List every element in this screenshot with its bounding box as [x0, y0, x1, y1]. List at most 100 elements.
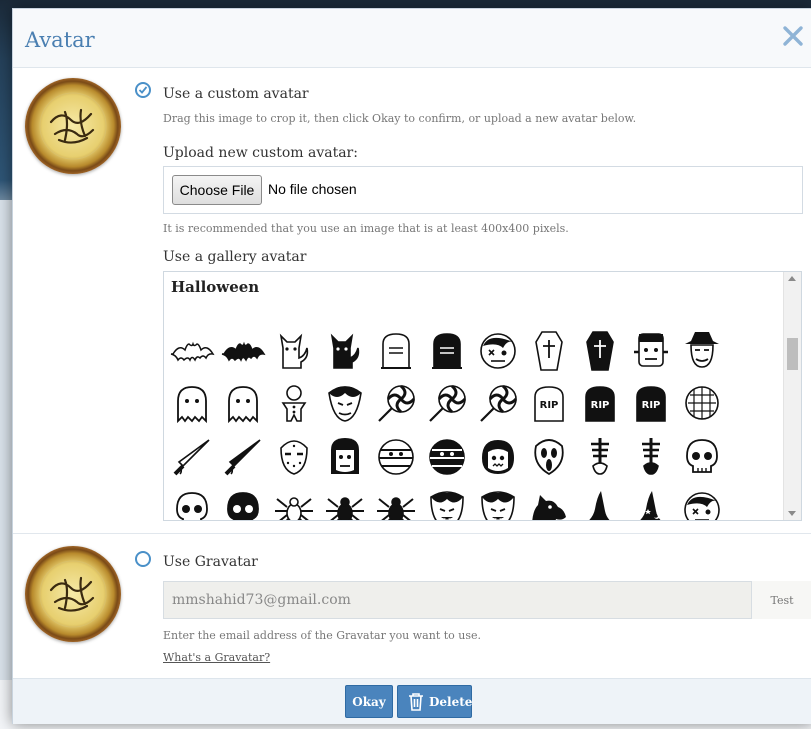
gallery-avatar-option[interactable]: [319, 430, 370, 483]
zombie-icon: [683, 491, 720, 520]
lollipop-icon: [428, 384, 466, 422]
dracula-icon: [429, 490, 464, 520]
gallery-avatar-option[interactable]: [166, 377, 217, 430]
gallery-avatar-option[interactable]: [625, 483, 676, 520]
svg-text:RIP: RIP: [590, 400, 609, 411]
gallery-avatar-option[interactable]: [574, 324, 625, 377]
gallery-avatar-option[interactable]: [676, 430, 727, 483]
scroll-up-icon[interactable]: [788, 276, 796, 281]
gallery-avatar-option[interactable]: [625, 430, 676, 483]
gallery-avatar-option[interactable]: [319, 324, 370, 377]
gallery-avatar-option[interactable]: [523, 324, 574, 377]
gallery-avatar-option[interactable]: [319, 377, 370, 430]
gallery-avatar-option[interactable]: [166, 430, 217, 483]
gallery-avatar-option[interactable]: [676, 324, 727, 377]
gallery-avatar-option[interactable]: [370, 377, 421, 430]
gallery-avatar-option[interactable]: [268, 483, 319, 520]
gallery-avatar-option[interactable]: RIP: [625, 377, 676, 430]
file-upload-field: Choose File No file chosen: [163, 166, 803, 214]
gallery-avatar-option[interactable]: [472, 430, 523, 483]
delete-label: Delete: [429, 695, 473, 709]
gallery-avatar-option[interactable]: [421, 483, 472, 520]
gallery-avatar-option[interactable]: [472, 324, 523, 377]
coffin-icon: [534, 330, 563, 371]
cat-icon: [330, 333, 359, 369]
file-status: No file chosen: [268, 181, 357, 197]
frankenstein-icon: [633, 332, 668, 367]
gallery-avatar-option[interactable]: RIP: [574, 377, 625, 430]
close-button[interactable]: [780, 23, 806, 49]
svg-text:RIP: RIP: [539, 400, 558, 411]
gravatar-preview: [25, 546, 121, 642]
custom-avatar-radio[interactable]: [135, 82, 151, 98]
gallery-avatar-option[interactable]: [523, 430, 574, 483]
gallery-avatar-option[interactable]: [268, 324, 319, 377]
upload-label: Upload new custom avatar:: [163, 145, 358, 161]
gallery-avatar-option[interactable]: [421, 324, 472, 377]
gallery-avatar-option[interactable]: [421, 377, 472, 430]
gallery-avatar-option[interactable]: [268, 430, 319, 483]
gallery-avatar-option[interactable]: [676, 377, 727, 430]
gravatar-label: Use Gravatar: [163, 554, 258, 570]
dracula-icon: [480, 490, 515, 520]
skull-icon: [685, 438, 718, 473]
hockey-mask-icon: [279, 439, 308, 475]
skeleton-icon: [641, 437, 660, 475]
gallery-avatar-option[interactable]: [676, 483, 727, 520]
gallery-avatar-option[interactable]: [166, 324, 217, 377]
scroll-down-icon[interactable]: [788, 511, 796, 516]
knife-icon: [173, 438, 210, 475]
gravatar-test-button[interactable]: Test: [752, 581, 811, 619]
gallery-scrollbar[interactable]: [783, 272, 801, 520]
gallery-avatar-option[interactable]: [574, 430, 625, 483]
svg-text:RIP: RIP: [641, 400, 660, 411]
gingerbread-icon: [281, 384, 306, 422]
gallery-avatar-option[interactable]: [370, 483, 421, 520]
scroll-thumb[interactable]: [787, 338, 798, 370]
delete-button[interactable]: Delete: [397, 685, 472, 718]
gallery-avatar-option[interactable]: [370, 430, 421, 483]
skeleton-icon: [590, 437, 609, 475]
gravatar-email-input[interactable]: [163, 581, 752, 619]
checkmark-icon: [138, 86, 148, 94]
gallery-avatar-option[interactable]: [472, 377, 523, 430]
coffin-icon: [585, 330, 614, 371]
gallery-panel: Halloween RIP RIP RIP: [163, 271, 802, 521]
gallery-avatar-option[interactable]: [625, 324, 676, 377]
gallery-avatar-option[interactable]: [166, 483, 217, 520]
gallery-avatar-option[interactable]: [421, 430, 472, 483]
gallery-avatar-option[interactable]: [217, 324, 268, 377]
size-recommend-hint: It is recommended that you use an image …: [163, 222, 569, 235]
gravatar-hint: Enter the email address of the Gravatar …: [163, 629, 482, 642]
whats-gravatar-link[interactable]: What's a Gravatar?: [163, 651, 270, 664]
okay-button[interactable]: Okay: [345, 685, 393, 718]
gallery-avatar-option[interactable]: [370, 324, 421, 377]
skull-icon: [175, 491, 208, 520]
vampire-icon: [327, 385, 362, 422]
gallery-avatar-option[interactable]: [574, 483, 625, 520]
gallery-label: Use a gallery avatar: [163, 249, 307, 265]
choose-file-button[interactable]: Choose File: [172, 175, 262, 205]
gallery-avatar-option[interactable]: [217, 430, 268, 483]
werewolf-icon: [531, 494, 566, 520]
bat-icon: [221, 341, 266, 362]
gravatar-radio[interactable]: [135, 551, 151, 567]
gallery-avatar-option[interactable]: [319, 483, 370, 520]
gallery-avatar-option[interactable]: [523, 483, 574, 520]
gallery-avatar-option[interactable]: [268, 377, 319, 430]
gallery-avatar-option[interactable]: [217, 377, 268, 430]
zombie-icon: [479, 332, 516, 369]
gallery-avatar-option[interactable]: RIP: [523, 377, 574, 430]
gallery-row: RIP RIP RIP: [166, 377, 766, 430]
calligraphy-emblem-icon: [39, 560, 107, 628]
spider-icon: [325, 496, 364, 520]
gallery-avatar-option[interactable]: [217, 483, 268, 520]
dialog-header: Avatar: [13, 9, 811, 68]
skull-icon: [226, 491, 259, 520]
custom-avatar-preview[interactable]: [25, 78, 121, 174]
gallery-avatar-option[interactable]: [472, 483, 523, 520]
mummy-icon: [377, 438, 414, 475]
tombstone-icon: [431, 332, 462, 369]
scream-mask-icon: [533, 438, 564, 475]
cat-icon: [279, 333, 308, 369]
